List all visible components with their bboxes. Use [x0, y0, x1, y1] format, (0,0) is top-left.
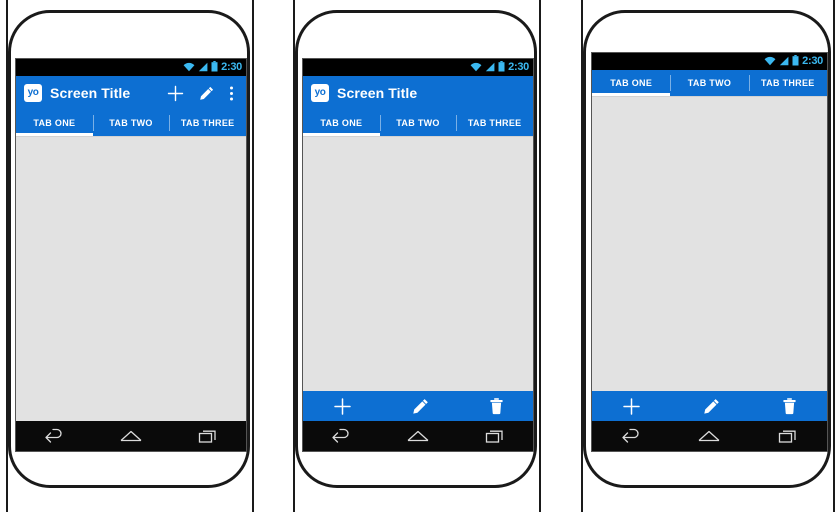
battery-icon — [498, 59, 505, 77]
cellular-signal-icon — [198, 59, 208, 77]
phone-1-screen: 2:30 yo Screen Title TAB ONE TAB TWO TAB… — [15, 58, 247, 452]
delete-button[interactable] — [782, 397, 797, 416]
tab-two-label: TAB TWO — [109, 118, 153, 128]
tab-one-label: TAB ONE — [610, 78, 653, 88]
tab-three-label: TAB THREE — [761, 78, 815, 88]
tab-one-label: TAB ONE — [320, 118, 363, 128]
delete-button[interactable] — [489, 397, 504, 416]
yo-app-logo: yo — [24, 84, 42, 102]
page-title: Screen Title — [337, 85, 418, 101]
tab-two[interactable]: TAB TWO — [379, 110, 457, 136]
mockup-stage: 2:30 yo Screen Title TAB ONE TAB TWO TAB… — [0, 0, 840, 512]
phone-2-screen: 2:30 yo Screen Title TAB ONE TAB TWO TAB… — [302, 58, 534, 452]
status-bar: 2:30 — [592, 53, 827, 70]
wifi-icon — [183, 59, 195, 77]
content-area — [592, 96, 827, 391]
tab-three[interactable]: TAB THREE — [169, 110, 246, 136]
wifi-icon — [470, 59, 482, 77]
phone-3-screen: 2:30 TAB ONE TAB TWO TAB THREE — [591, 52, 828, 452]
wifi-icon — [764, 53, 776, 71]
battery-icon — [211, 59, 218, 77]
yo-app-logo-text: yo — [314, 87, 326, 98]
tab-two-label: TAB TWO — [396, 118, 440, 128]
status-time: 2:30 — [802, 55, 823, 67]
system-nav-bar — [592, 421, 827, 451]
nav-back-button[interactable] — [43, 428, 65, 444]
tab-two[interactable]: TAB TWO — [92, 110, 170, 136]
status-bar: 2:30 — [303, 59, 533, 76]
tab-two-label: TAB TWO — [687, 78, 732, 88]
tab-one[interactable]: TAB ONE — [592, 70, 671, 96]
tab-one[interactable]: TAB ONE — [303, 110, 380, 136]
app-toolbar: yo Screen Title — [16, 76, 246, 110]
bottom-action-bar — [303, 391, 533, 421]
system-nav-bar — [16, 421, 246, 451]
tab-bar: TAB ONE TAB TWO TAB THREE — [592, 70, 827, 96]
overflow-button[interactable] — [229, 85, 234, 102]
toolbar-actions — [167, 85, 238, 102]
cellular-signal-icon — [779, 53, 789, 71]
nav-home-button[interactable] — [119, 428, 143, 444]
status-time: 2:30 — [221, 61, 242, 73]
nav-recents-button[interactable] — [484, 428, 506, 444]
edit-button[interactable] — [702, 397, 721, 416]
status-time: 2:30 — [508, 61, 529, 73]
tab-bar: TAB ONE TAB TWO TAB THREE — [303, 110, 533, 136]
status-bar: 2:30 — [16, 59, 246, 76]
page-title: Screen Title — [50, 85, 131, 101]
nav-recents-button[interactable] — [197, 428, 219, 444]
edit-button[interactable] — [198, 85, 215, 102]
system-nav-bar — [303, 421, 533, 451]
edit-button[interactable] — [411, 397, 430, 416]
tab-bar: TAB ONE TAB TWO TAB THREE — [16, 110, 246, 136]
battery-icon — [792, 53, 799, 71]
add-button[interactable] — [622, 397, 641, 416]
add-button[interactable] — [333, 397, 352, 416]
app-toolbar: yo Screen Title — [303, 76, 533, 110]
bottom-action-bar — [592, 391, 827, 421]
content-area — [16, 136, 246, 421]
tab-two[interactable]: TAB TWO — [670, 70, 748, 96]
nav-home-button[interactable] — [406, 428, 430, 444]
tab-three-label: TAB THREE — [180, 118, 235, 128]
tab-three[interactable]: TAB THREE — [748, 70, 827, 96]
nav-recents-button[interactable] — [777, 428, 799, 444]
tab-one-label: TAB ONE — [33, 118, 76, 128]
yo-app-logo: yo — [311, 84, 329, 102]
nav-back-button[interactable] — [620, 428, 642, 444]
nav-home-button[interactable] — [697, 428, 721, 444]
tab-three-label: TAB THREE — [467, 118, 522, 128]
tab-one[interactable]: TAB ONE — [16, 110, 93, 136]
tab-three[interactable]: TAB THREE — [456, 110, 533, 136]
cellular-signal-icon — [485, 59, 495, 77]
nav-back-button[interactable] — [330, 428, 352, 444]
add-button[interactable] — [167, 85, 184, 102]
yo-app-logo-text: yo — [27, 87, 39, 98]
content-area — [303, 136, 533, 391]
